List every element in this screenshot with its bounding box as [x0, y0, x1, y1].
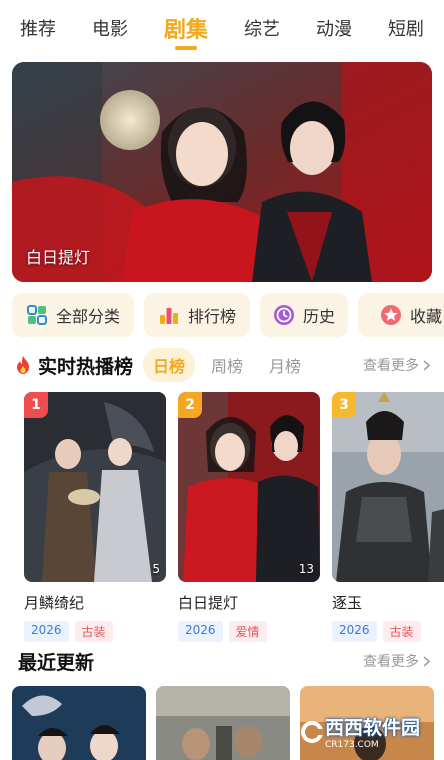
bar-chart-icon — [159, 308, 178, 324]
hero-banner[interactable]: 白日提灯 — [12, 62, 432, 282]
hot-card-1[interactable]: 1 5 月鳞绮纪 2026 古装 — [24, 392, 166, 642]
recent-section-title: 最近更新 — [18, 651, 95, 674]
ranking-label: 排行榜 — [187, 307, 236, 326]
hot-section-title: 实时热播榜 — [38, 355, 134, 378]
ranking-button[interactable]: 排行榜 — [144, 293, 250, 337]
poster-image — [178, 392, 320, 582]
card-tags: 2026 爱情 — [178, 621, 320, 642]
poster-image — [156, 686, 290, 760]
favorites-label: 收藏 — [409, 307, 442, 326]
grid-icon — [26, 305, 47, 325]
rank-badge: 2 — [178, 392, 202, 418]
card-tags: 2026 古装 — [332, 621, 444, 642]
tab-short-drama[interactable]: 短剧 — [388, 0, 424, 56]
year-tag: 2026 — [24, 621, 69, 642]
tab-movies[interactable]: 电影 — [92, 0, 128, 56]
recent-see-more-link[interactable]: 查看更多 — [363, 651, 430, 671]
hot-see-more-link[interactable]: 查看更多 — [363, 355, 430, 375]
card-title: 逐玉 — [332, 594, 363, 612]
tab-series[interactable]: 剧集 — [164, 0, 208, 56]
card-title: 月鳞绮纪 — [24, 594, 85, 612]
star-icon — [380, 305, 401, 325]
hot-card-3[interactable]: 3 更新 逐玉 2026 古装 — [332, 392, 444, 642]
watermark-logo: 西西软件园 CR173.COM — [300, 713, 420, 750]
tab-variety[interactable]: 综艺 — [244, 0, 280, 56]
poster: 1 5 — [24, 392, 166, 582]
year-tag: 2026 — [332, 621, 377, 642]
recent-card-3[interactable]: 西西软件园 CR173.COM — [300, 686, 434, 760]
poster: 2 13 — [178, 392, 320, 582]
recent-card-1[interactable] — [12, 686, 146, 760]
watermark-c-icon — [300, 720, 323, 743]
episode-count: 13 — [298, 562, 314, 576]
poster-image — [24, 392, 166, 582]
fire-icon — [17, 356, 29, 374]
chevron-right-icon — [423, 655, 430, 667]
rank-badge: 1 — [24, 392, 48, 418]
episode-count: 5 — [152, 562, 160, 576]
recent-see-more-label: 查看更多 — [363, 654, 419, 670]
history-label: 历史 — [302, 307, 335, 326]
all-categories-label: 全部分类 — [55, 307, 120, 326]
rank-badge: 3 — [332, 392, 356, 418]
hot-see-more-label: 查看更多 — [363, 358, 419, 374]
chevron-right-icon — [423, 359, 430, 371]
year-tag: 2026 — [178, 621, 223, 642]
card-title: 白日提灯 — [178, 594, 239, 612]
recent-card-2[interactable] — [156, 686, 290, 760]
clock-icon — [273, 305, 294, 325]
rank-tab-weekly[interactable]: 周榜 — [201, 348, 253, 382]
rank-tabs: 日榜 周榜 月榜 — [143, 348, 311, 382]
recent-list: 西西软件园 CR173.COM — [12, 686, 444, 760]
all-categories-button[interactable]: 全部分类 — [12, 293, 134, 337]
genre-tag: 古装 — [382, 621, 421, 642]
card-tags: 2026 古装 — [24, 621, 166, 642]
tab-anime[interactable]: 动漫 — [316, 0, 352, 56]
poster-image — [12, 686, 146, 760]
recent-section-header: 最近更新 查看更多 — [0, 644, 444, 678]
quick-entry-row: 全部分类 排行榜 历史 收藏 — [12, 293, 444, 337]
watermark-sub: CR173.COM — [324, 740, 379, 750]
poster-image — [332, 392, 444, 582]
tab-recommend[interactable]: 推荐 — [20, 0, 56, 56]
hero-title: 白日提灯 — [26, 248, 91, 267]
favorites-button[interactable]: 收藏 — [358, 293, 444, 337]
history-button[interactable]: 历史 — [260, 293, 348, 337]
rank-tab-daily[interactable]: 日榜 — [143, 348, 196, 382]
hot-ranking-list: 1 5 月鳞绮纪 2026 古装 2 13 白日提灯 2026 爱情 3 逐玉 … — [24, 392, 444, 642]
watermark-text: 西西软件园 — [324, 717, 420, 739]
genre-tag: 古装 — [74, 621, 113, 642]
hot-section-header: 实时热播榜 日榜 周榜 月榜 查看更多 — [0, 348, 444, 382]
hot-card-2[interactable]: 2 13 白日提灯 2026 爱情 — [178, 392, 320, 642]
rank-tab-monthly[interactable]: 月榜 — [259, 348, 311, 382]
top-category-tabs: 推荐 电影 剧集 综艺 动漫 短剧 — [0, 0, 444, 56]
genre-tag: 爱情 — [228, 621, 267, 642]
poster: 3 更新 — [332, 392, 444, 582]
